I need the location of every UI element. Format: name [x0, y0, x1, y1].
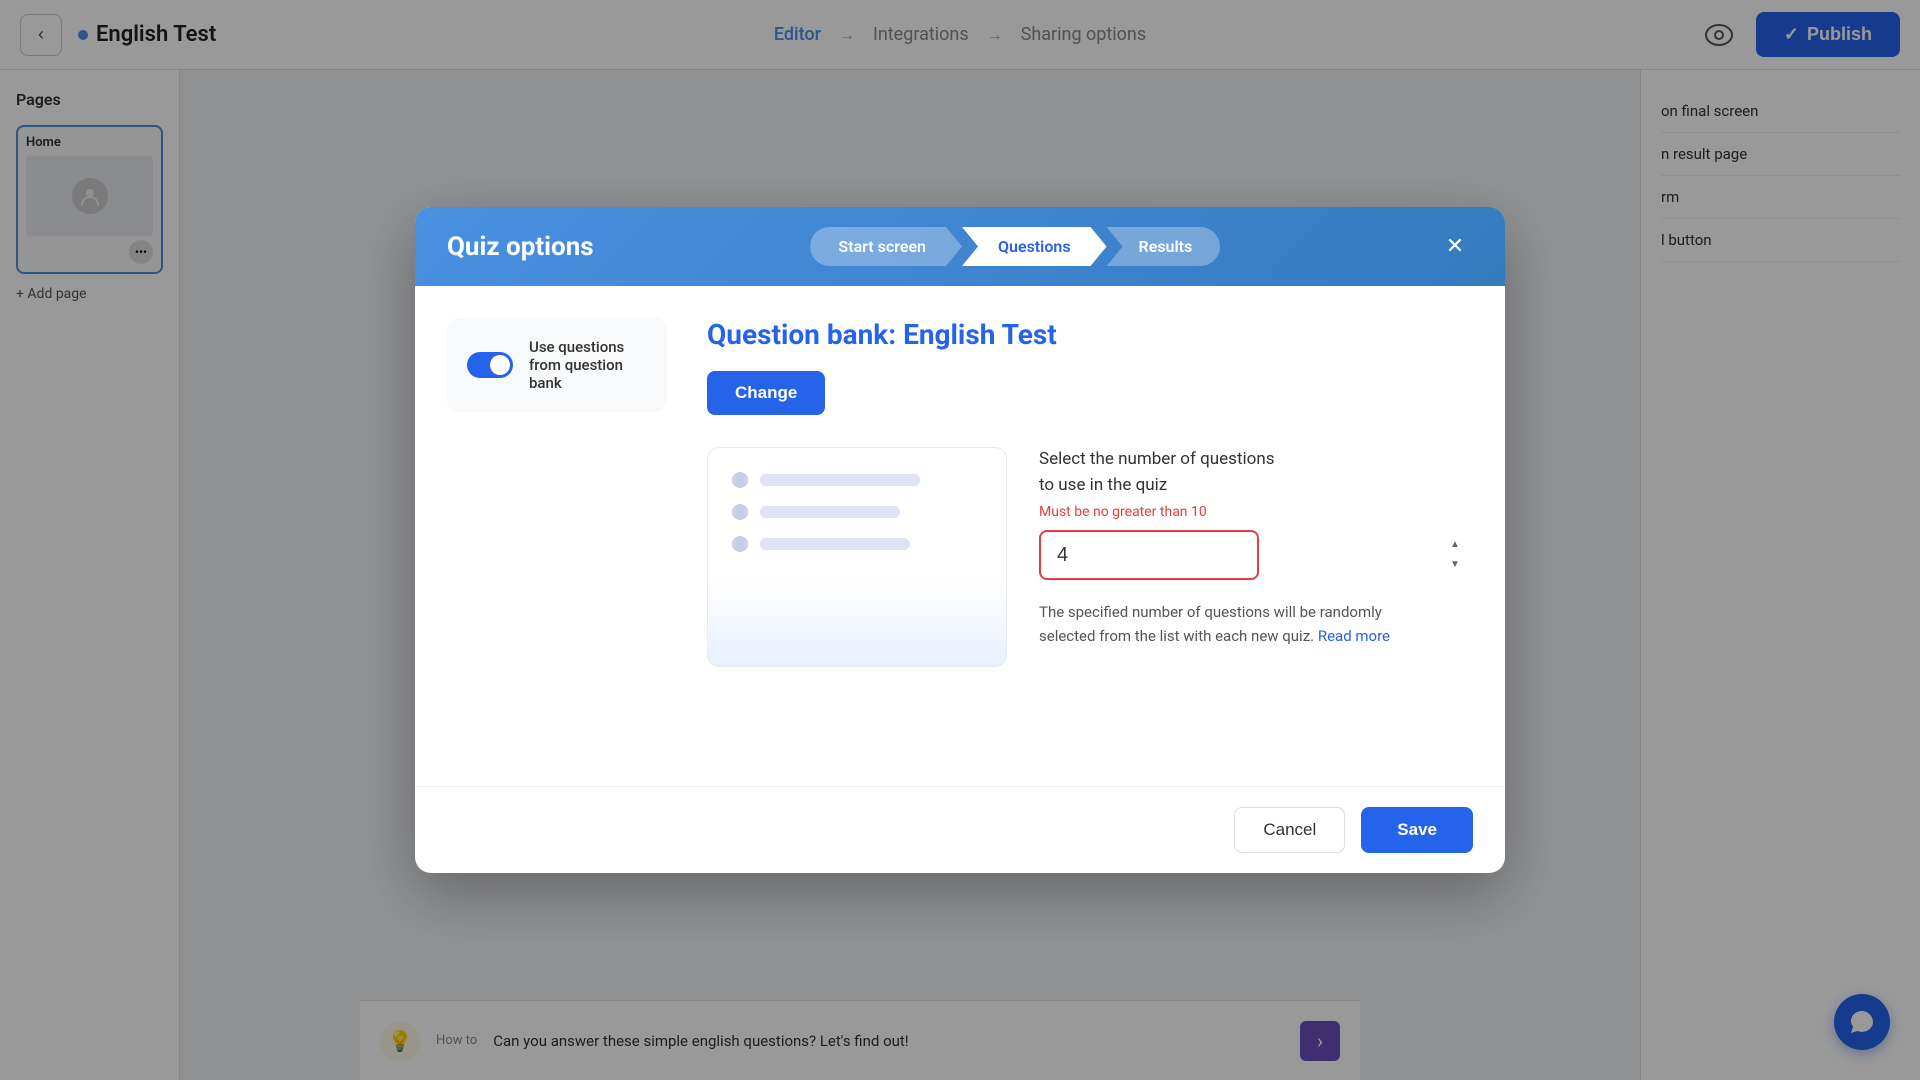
toggle-label: Use questions from question bank — [529, 338, 647, 392]
question-settings: Select the number of questions to use in… — [1039, 447, 1473, 648]
num-questions-input[interactable] — [1039, 530, 1259, 580]
question-content: Select the number of questions to use in… — [707, 447, 1473, 667]
question-bank-prefix: Question bank: — [707, 318, 896, 351]
step-questions-label: Questions — [998, 237, 1071, 256]
illus-row-3 — [732, 536, 982, 552]
read-more-link[interactable]: Read more — [1318, 627, 1390, 645]
toggle-card: Use questions from question bank — [447, 318, 667, 412]
modal-right: Question bank: English Test Change — [707, 318, 1473, 754]
spinner-up-button[interactable]: ▲ — [1445, 536, 1465, 554]
spinner-down-button[interactable]: ▼ — [1445, 556, 1465, 574]
question-bank-title: Question bank: English Test — [707, 318, 1473, 351]
modal-overlay[interactable]: Quiz options Start screen Questions Resu… — [0, 0, 1920, 1080]
question-bank-toggle[interactable] — [467, 352, 513, 378]
save-button[interactable]: Save — [1361, 807, 1473, 853]
change-button[interactable]: Change — [707, 371, 825, 415]
question-illustration — [707, 447, 1007, 667]
error-message: Must be no greater than 10 — [1039, 504, 1473, 520]
modal-left: Use questions from question bank — [447, 318, 667, 754]
step-results[interactable]: Results — [1107, 227, 1221, 266]
illus-dot-1 — [732, 472, 748, 488]
illus-dot-3 — [732, 536, 748, 552]
illus-bar-2 — [760, 506, 900, 518]
step-questions[interactable]: Questions — [962, 227, 1107, 266]
illus-bar-1 — [760, 474, 920, 486]
step-results-label: Results — [1139, 237, 1193, 256]
illus-row-2 — [732, 504, 982, 520]
num-label-line1: Select the number of questions — [1039, 449, 1275, 469]
step-start-label: Start screen — [838, 237, 926, 256]
num-spinner: ▲ ▼ — [1445, 536, 1465, 574]
modal-header: Quiz options Start screen Questions Resu… — [415, 207, 1505, 286]
cancel-button[interactable]: Cancel — [1234, 807, 1345, 853]
illus-dot-2 — [732, 504, 748, 520]
illus-bar-3 — [760, 538, 910, 550]
num-questions-label: Select the number of questions to use in… — [1039, 447, 1473, 498]
modal-steps: Start screen Questions Results — [634, 227, 1397, 266]
modal-body: Use questions from question bank Questio… — [415, 286, 1505, 786]
description-text: The specified number of questions will b… — [1039, 600, 1399, 648]
num-label-line2: to use in the quiz — [1039, 475, 1167, 495]
num-input-wrap: ▲ ▼ — [1039, 530, 1473, 580]
step-start-screen[interactable]: Start screen — [810, 227, 962, 266]
modal-title: Quiz options — [447, 232, 594, 262]
modal-close-button[interactable]: ✕ — [1437, 229, 1473, 265]
question-bank-name: English Test — [903, 318, 1057, 351]
quiz-options-modal: Quiz options Start screen Questions Resu… — [415, 207, 1505, 873]
toggle-knob — [490, 355, 510, 375]
illus-row-1 — [732, 472, 982, 488]
modal-footer: Cancel Save — [415, 786, 1505, 873]
